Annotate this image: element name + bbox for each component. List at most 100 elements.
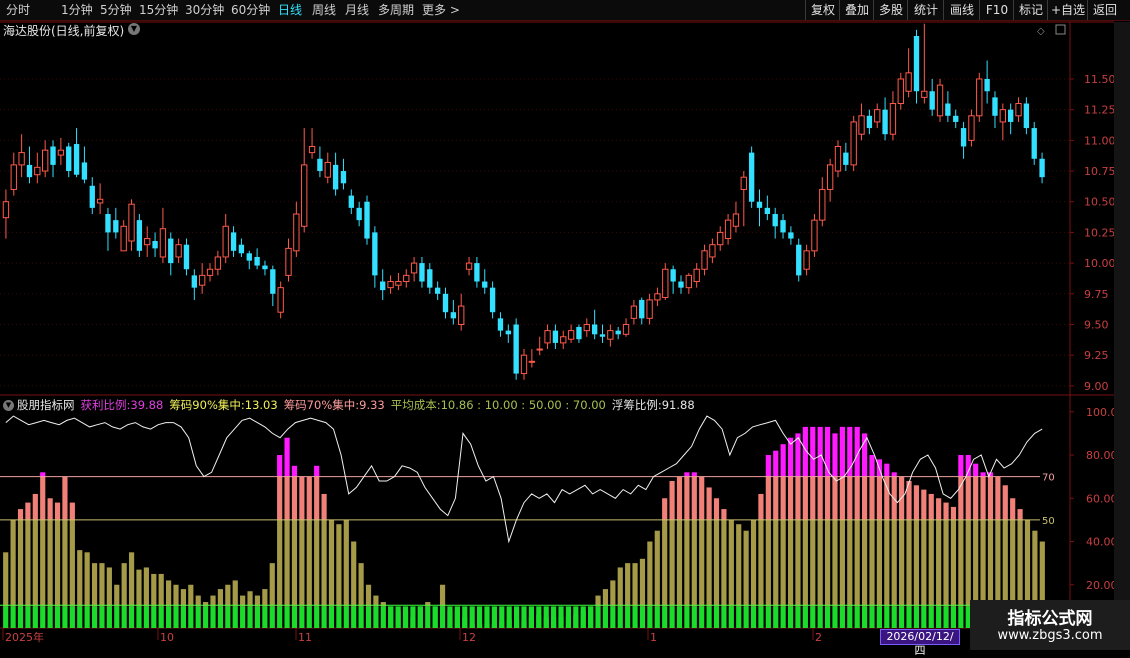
chip-bar-base — [277, 606, 283, 628]
chip-bar — [891, 472, 897, 628]
candle-body — [819, 188, 826, 221]
candle-body — [560, 336, 567, 344]
chip90-label: 筹码90%集中: — [169, 398, 245, 412]
chip-bar-low — [40, 519, 46, 607]
chip-bar — [417, 606, 423, 628]
profit-ratio-label: 获利比例: — [80, 398, 131, 412]
candle — [26, 146, 33, 184]
chip-bar-low — [884, 519, 890, 607]
chip-bar-base — [447, 610, 453, 628]
chip-bar — [91, 563, 98, 628]
candle-body — [324, 161, 331, 178]
candle-body — [144, 238, 151, 246]
candle-body — [206, 268, 214, 276]
candle-body — [780, 220, 786, 233]
chip-bar-low — [1010, 519, 1016, 607]
candle — [285, 238, 292, 282]
candle-body — [858, 115, 865, 135]
chip-bar-profit — [291, 465, 298, 477]
candle-body — [214, 256, 222, 270]
chip-bar-low — [995, 519, 1001, 607]
chip-bar-low — [180, 589, 186, 607]
chip-bar — [625, 563, 631, 628]
candle-body — [66, 146, 72, 172]
candle — [465, 256, 473, 276]
chip-bar-mid — [47, 498, 53, 520]
chip-bar-low — [750, 519, 757, 607]
chip-bar-base — [706, 606, 712, 628]
right-side-panel — [1114, 22, 1130, 650]
chip-bar-profit — [773, 450, 779, 477]
chip-bar-base — [121, 606, 127, 628]
chip-bar-low — [950, 519, 957, 607]
chip-bar-low — [787, 519, 794, 607]
chip-bar-base — [54, 606, 61, 628]
chip-bar-base — [787, 606, 794, 628]
chip-bar-base — [151, 606, 157, 628]
candle — [960, 121, 967, 159]
candle-body — [740, 176, 747, 190]
chip-bar-low — [676, 519, 683, 607]
chip-bar — [158, 573, 164, 628]
chip-bar-base — [173, 606, 179, 628]
chip-bar-mid — [662, 498, 668, 520]
price-tick-label: 9.75 — [1084, 288, 1109, 301]
chip-bar-mid — [936, 498, 942, 520]
candle-body — [1031, 128, 1037, 159]
chip-bar-base — [365, 606, 372, 628]
chip-bar — [151, 573, 157, 628]
chip-bar-mid — [17, 509, 24, 520]
chip-bar — [247, 591, 253, 628]
window-icon — [1055, 24, 1066, 35]
chip-bar-low — [1017, 519, 1023, 607]
chip-bar-mid — [758, 493, 764, 520]
price-tick-label: 10.50 — [1084, 196, 1116, 209]
candle — [364, 195, 370, 245]
chip70-value: 9.33 — [359, 398, 385, 412]
chip-bar-mid — [321, 493, 327, 520]
chip-bar — [743, 530, 749, 628]
chip-bar — [706, 487, 712, 628]
chip-bar — [77, 550, 83, 628]
candle — [450, 299, 457, 325]
chip-bar-base — [617, 606, 623, 628]
candle — [772, 207, 778, 239]
chip-bar — [810, 426, 816, 628]
chip-bar-profit — [314, 465, 320, 477]
chip-bar-low — [765, 519, 771, 607]
candle-body — [874, 109, 881, 123]
chip-bar-low — [173, 584, 179, 607]
chip-bar-mid — [787, 476, 794, 520]
candle-body — [654, 293, 661, 301]
chip-bar-low — [210, 595, 216, 607]
chip-bar-profit — [691, 472, 697, 477]
chip-bar-low — [336, 524, 342, 607]
indicator-menu-icon[interactable]: ▼ — [3, 400, 14, 411]
candle-body — [285, 247, 292, 276]
candle-body — [976, 78, 983, 117]
candle — [270, 265, 276, 307]
chip-bar-base — [476, 623, 483, 628]
chip-bar-low — [121, 563, 127, 607]
candle-body — [113, 220, 119, 233]
chip-bar-base — [528, 617, 534, 628]
candle — [788, 226, 794, 245]
chip-bar — [506, 606, 512, 628]
candle — [262, 260, 268, 276]
candle — [222, 214, 229, 264]
chip-bar-mid — [810, 476, 816, 520]
candle-body — [834, 145, 842, 172]
kline-chart[interactable]: ◇ 11.50 11.25 11.00 10.75 10.50 10.25 10.00 9.75… — [0, 0, 1130, 650]
candle-body — [105, 214, 111, 233]
candle-body — [811, 219, 818, 252]
chip-bar — [491, 606, 497, 628]
candle-body — [57, 149, 65, 156]
chip-bar-mid — [721, 509, 727, 520]
candle — [858, 103, 865, 141]
chip-bar-low — [943, 519, 949, 607]
chip-bar-low — [84, 552, 90, 607]
chip-bar-base — [395, 610, 401, 628]
candle — [73, 128, 80, 178]
chip-bar-base — [484, 623, 490, 628]
candle-body — [356, 207, 362, 221]
